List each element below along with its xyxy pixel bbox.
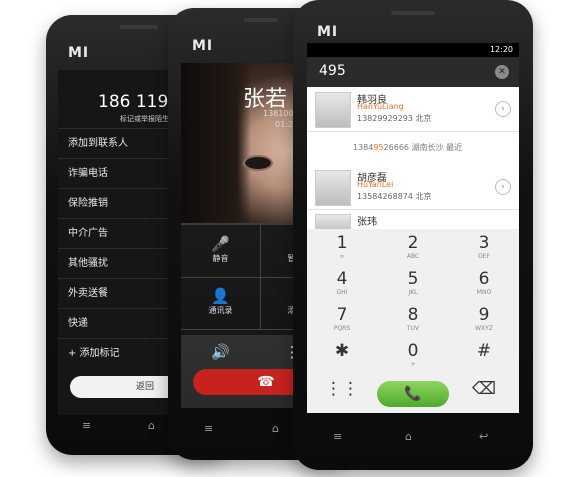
mi-logo: MI xyxy=(317,24,339,40)
menu-key-icon[interactable]: ≡ xyxy=(82,419,91,432)
home-key-icon[interactable]: ⌂ xyxy=(148,419,155,432)
dial-key-7[interactable]: 7 PQRS xyxy=(307,305,377,341)
dial-key-10[interactable]: ✱ xyxy=(307,341,377,377)
dial-key-9[interactable]: 9 WXYZ xyxy=(449,305,519,341)
contacts-grid-icon[interactable]: ⋮⋮ xyxy=(307,379,377,413)
phone-icon: 📞 xyxy=(404,386,422,402)
dial-keypad: 📞 ⋮⋮ ⌫ 1 ∞ 2 ABC 3 DEF 4 GHI 5 JKL 6 MNO 7 PQRS 8 TUV 9 W… xyxy=(307,229,519,413)
earpiece xyxy=(244,18,278,22)
phone-right: MI 12:20 495 ✕ 韩羽良 HanYuLiang 1382992929… xyxy=(293,0,533,470)
contacts-button[interactable]: 👤 通讯录 xyxy=(181,277,261,330)
dial-key-11[interactable]: 0 + xyxy=(378,341,448,377)
clear-icon[interactable]: ✕ xyxy=(495,65,509,79)
earpiece xyxy=(120,25,158,29)
avatar xyxy=(315,170,351,206)
contact-row[interactable]: 张玮 xyxy=(307,209,519,234)
dialer-screen: 12:20 495 ✕ 韩羽良 HanYuLiang 13829929293 北… xyxy=(307,43,519,413)
person-icon: 👤 xyxy=(211,287,230,305)
menu-key-icon[interactable]: ≡ xyxy=(204,422,213,435)
dial-key-5[interactable]: 5 JKL xyxy=(378,269,448,305)
contact-row[interactable]: 胡彦磊 HuYanLei 13584268874 北京 › xyxy=(307,165,519,210)
mi-logo: MI xyxy=(68,45,90,61)
chevron-right-icon[interactable]: › xyxy=(495,101,511,117)
chevron-right-icon[interactable]: › xyxy=(495,179,511,195)
menu-key-icon[interactable]: ≡ xyxy=(333,430,342,443)
mark-subtitle: 标记或举报陌生 xyxy=(120,115,169,123)
status-time: 12:20 xyxy=(489,45,513,54)
status-bar: 12:20 xyxy=(307,43,519,57)
dial-key-3[interactable]: 3 DEF xyxy=(449,233,519,269)
call-button[interactable]: 📞 xyxy=(377,381,449,407)
home-key-icon[interactable]: ⌂ xyxy=(272,422,279,435)
call-log-entry[interactable]: 13849526666 湖南长沙 最近 xyxy=(353,142,462,153)
mute-button[interactable]: 🎤 静音 xyxy=(181,225,261,278)
dial-key-8[interactable]: 8 TUV xyxy=(378,305,448,341)
mi-logo: MI xyxy=(192,38,214,54)
incoming-number: 186 1191 xyxy=(98,92,180,112)
dial-key-2[interactable]: 2 ABC xyxy=(378,233,448,269)
dial-search-bar[interactable]: 495 ✕ xyxy=(307,57,519,87)
back-key-icon[interactable]: ↩ xyxy=(479,430,488,443)
dial-key-4[interactable]: 4 GHI xyxy=(307,269,377,305)
home-key-icon[interactable]: ⌂ xyxy=(405,430,412,443)
mute-icon: 🎤 xyxy=(211,235,230,253)
speaker-icon: 🔊 xyxy=(211,343,230,361)
backspace-icon[interactable]: ⌫ xyxy=(449,379,519,413)
dial-key-1[interactable]: 1 ∞ xyxy=(307,233,377,269)
avatar xyxy=(315,92,351,128)
dial-key-6[interactable]: 6 MNO xyxy=(449,269,519,305)
earpiece xyxy=(391,11,435,15)
contact-row[interactable]: 韩羽良 HanYuLiang 13829929293 北京 › xyxy=(307,87,519,132)
dial-key-12[interactable]: # xyxy=(449,341,519,377)
end-call-icon: ☎ xyxy=(257,374,275,390)
dial-query[interactable]: 495 xyxy=(319,63,346,79)
